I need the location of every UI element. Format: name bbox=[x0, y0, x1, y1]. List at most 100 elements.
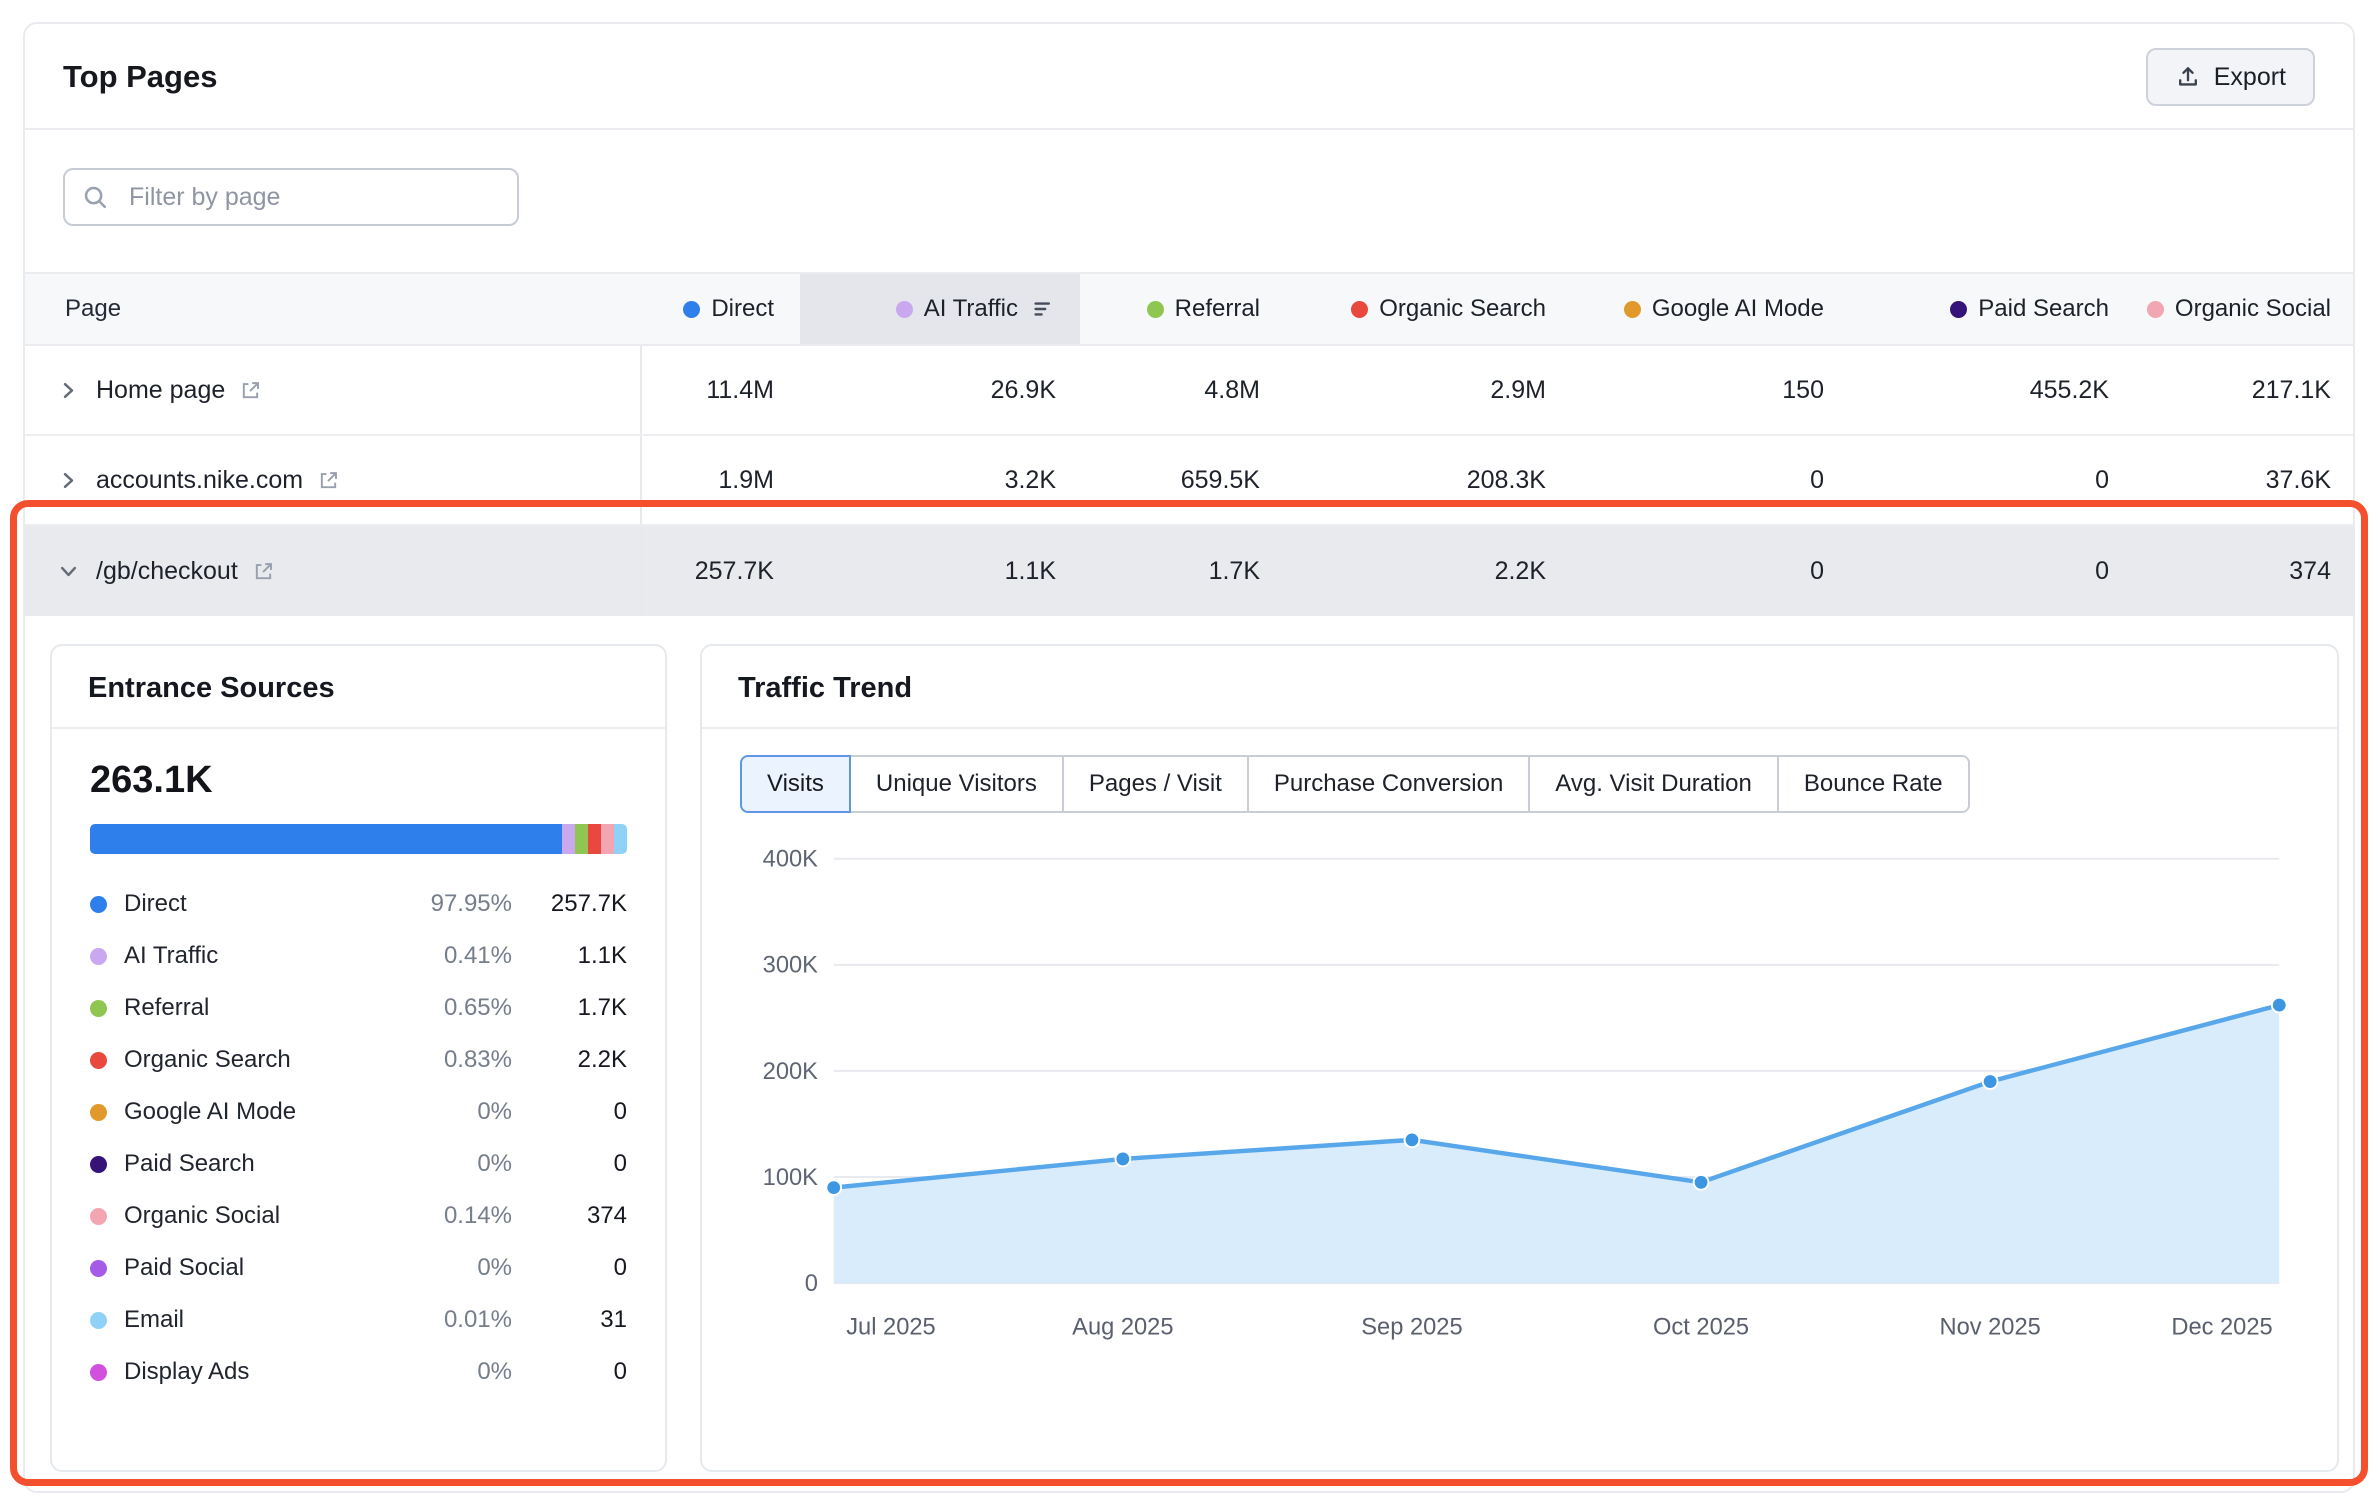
metric-value: 11.4M bbox=[642, 346, 774, 434]
channel-dot bbox=[1147, 301, 1164, 318]
column-header-label: Direct bbox=[711, 295, 774, 323]
legend-item: Paid Social0%0 bbox=[90, 1242, 627, 1294]
column-header-ai-traffic[interactable]: AI Traffic bbox=[800, 274, 1080, 344]
legend-item: AI Traffic0.41%1.1K bbox=[90, 930, 627, 982]
channel-dot bbox=[90, 1052, 107, 1069]
legend-label: Organic Social bbox=[124, 1202, 387, 1230]
legend-value: 2.2K bbox=[512, 1046, 627, 1074]
legend-item: Display Ads0%0 bbox=[90, 1346, 627, 1398]
page-title: Top Pages bbox=[63, 59, 217, 95]
legend-value: 257.7K bbox=[512, 890, 627, 918]
chevron-down-icon bbox=[57, 560, 80, 583]
page-link[interactable]: accounts.nike.com bbox=[96, 466, 303, 495]
external-link-icon[interactable] bbox=[317, 469, 340, 492]
column-header-label: AI Traffic bbox=[924, 295, 1018, 323]
legend-label: Referral bbox=[124, 994, 387, 1022]
legend-percent: 0% bbox=[387, 1254, 512, 1282]
channel-dot bbox=[90, 1260, 107, 1277]
svg-text:200K: 200K bbox=[763, 1059, 818, 1085]
legend-value: 1.7K bbox=[512, 994, 627, 1022]
export-button[interactable]: Export bbox=[2146, 48, 2315, 106]
metric-value: 1.1K bbox=[774, 526, 1056, 616]
legend-percent: 97.95% bbox=[387, 890, 512, 918]
row-expand-toggle[interactable] bbox=[55, 379, 82, 402]
external-link-icon[interactable] bbox=[239, 379, 262, 402]
bar-segment-email bbox=[614, 824, 627, 854]
legend-label: Organic Search bbox=[124, 1046, 387, 1074]
svg-text:100K: 100K bbox=[763, 1165, 818, 1191]
tab-bounce-rate[interactable]: Bounce Rate bbox=[1777, 755, 1970, 813]
page-link[interactable]: Home page bbox=[96, 376, 225, 405]
column-header-label: Google AI Mode bbox=[1652, 295, 1824, 323]
bar-segment-organic-search bbox=[588, 824, 601, 854]
legend-item: Google AI Mode0%0 bbox=[90, 1086, 627, 1138]
channel-dot bbox=[90, 1156, 107, 1173]
metric-value: 257.7K bbox=[642, 526, 774, 616]
channel-dot bbox=[2147, 301, 2164, 318]
channel-dot bbox=[90, 1000, 107, 1017]
tab-purchase-conversion[interactable]: Purchase Conversion bbox=[1247, 755, 1530, 813]
column-header-referral[interactable]: Referral bbox=[1056, 274, 1260, 344]
channel-dot bbox=[896, 301, 913, 318]
card-header: Top Pages Export bbox=[25, 24, 2353, 130]
column-header-organic-social[interactable]: Organic Social bbox=[2109, 274, 2331, 344]
table-body: Home page11.4M26.9K4.8M2.9M150455.2K217.… bbox=[25, 346, 2353, 616]
row-expand-toggle[interactable] bbox=[55, 560, 82, 583]
tab-avg-visit-duration[interactable]: Avg. Visit Duration bbox=[1528, 755, 1779, 813]
legend-label: Paid Social bbox=[124, 1254, 387, 1282]
legend-value: 374 bbox=[512, 1202, 627, 1230]
filter-field bbox=[63, 168, 519, 226]
column-header-direct[interactable]: Direct bbox=[642, 274, 774, 344]
data-point bbox=[1694, 1175, 1709, 1190]
metric-value: 374 bbox=[2109, 526, 2331, 616]
legend-value: 31 bbox=[512, 1306, 627, 1334]
channel-dot bbox=[90, 1104, 107, 1121]
column-header-google-ai-mode[interactable]: Google AI Mode bbox=[1546, 274, 1824, 344]
data-point bbox=[1405, 1132, 1420, 1147]
page-cell: accounts.nike.com bbox=[25, 436, 642, 524]
legend-percent: 0.41% bbox=[387, 942, 512, 970]
legend-percent: 0% bbox=[387, 1098, 512, 1126]
column-header-label: Organic Social bbox=[2175, 295, 2331, 323]
legend-percent: 0.01% bbox=[387, 1306, 512, 1334]
legend-percent: 0.14% bbox=[387, 1202, 512, 1230]
metric-value: 150 bbox=[1546, 346, 1824, 434]
tab-visits[interactable]: Visits bbox=[740, 755, 851, 813]
entrance-total: 263.1K bbox=[90, 759, 627, 802]
column-header-page[interactable]: Page bbox=[25, 274, 642, 344]
legend-percent: 0.83% bbox=[387, 1046, 512, 1074]
column-header-label: Organic Search bbox=[1379, 295, 1546, 323]
metric-value: 0 bbox=[1824, 526, 2109, 616]
filter-input[interactable] bbox=[63, 168, 519, 226]
legend-item: Direct97.95%257.7K bbox=[90, 878, 627, 930]
metric-value: 659.5K bbox=[1056, 436, 1260, 524]
bar-segment-ai-traffic bbox=[562, 824, 575, 854]
legend-value: 0 bbox=[512, 1254, 627, 1282]
svg-text:Sep 2025: Sep 2025 bbox=[1361, 1314, 1462, 1340]
channel-dot bbox=[1950, 301, 1967, 318]
legend-label: Display Ads bbox=[124, 1358, 387, 1386]
tab-unique-visitors[interactable]: Unique Visitors bbox=[849, 755, 1064, 813]
legend-label: Paid Search bbox=[124, 1150, 387, 1178]
column-header-paid-search[interactable]: Paid Search bbox=[1824, 274, 2109, 344]
traffic-trend-card: Traffic Trend VisitsUnique VisitorsPages… bbox=[700, 644, 2339, 1472]
svg-text:Nov 2025: Nov 2025 bbox=[1939, 1314, 2040, 1340]
external-link-icon[interactable] bbox=[252, 560, 275, 583]
metric-value: 3.2K bbox=[774, 436, 1056, 524]
legend-value: 1.1K bbox=[512, 942, 627, 970]
column-header-organic-search[interactable]: Organic Search bbox=[1260, 274, 1546, 344]
metric-value: 0 bbox=[1824, 436, 2109, 524]
bar-segment-referral bbox=[575, 824, 588, 854]
channel-dot bbox=[90, 1312, 107, 1329]
row-expand-toggle[interactable] bbox=[55, 469, 82, 492]
table-row: /gb/checkout257.7K1.1K1.7K2.2K00374 bbox=[25, 526, 2353, 616]
page-cell: /gb/checkout bbox=[25, 526, 642, 616]
tab-pages-visit[interactable]: Pages / Visit bbox=[1062, 755, 1249, 813]
page-link[interactable]: /gb/checkout bbox=[96, 557, 238, 586]
metric-value: 455.2K bbox=[1824, 346, 2109, 434]
toolbar bbox=[25, 130, 2353, 272]
svg-text:Dec 2025: Dec 2025 bbox=[2171, 1314, 2272, 1340]
channel-dot bbox=[1351, 301, 1368, 318]
legend-label: Google AI Mode bbox=[124, 1098, 387, 1126]
metric-value: 0 bbox=[1546, 436, 1824, 524]
